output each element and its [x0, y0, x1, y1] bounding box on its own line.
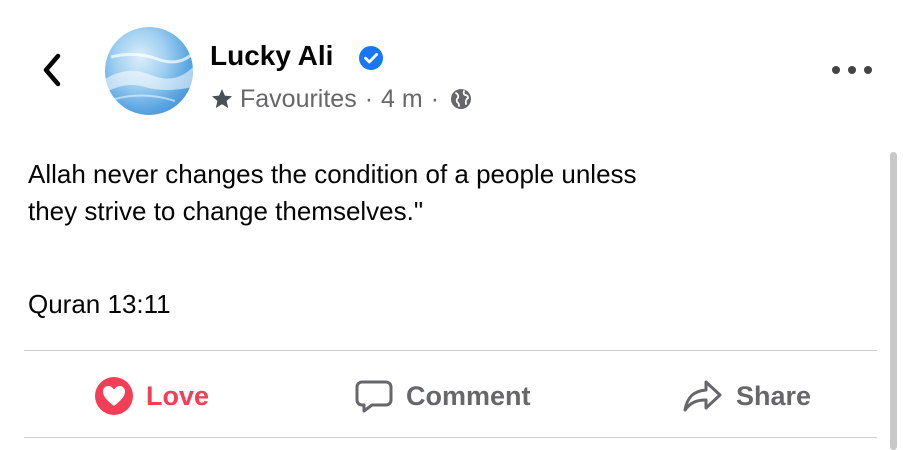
- author-name[interactable]: Lucky Ali: [210, 38, 333, 74]
- verified-badge-icon: [359, 46, 383, 70]
- back-button[interactable]: [36, 50, 68, 90]
- post-meta: Favourites · 4 m ·: [210, 83, 473, 115]
- more-horizontal-icon: [848, 66, 856, 74]
- avatar-image: [105, 51, 193, 102]
- comment-icon: [354, 376, 394, 416]
- share-icon: [682, 376, 724, 416]
- post-reference: Quran 13:11: [28, 289, 171, 319]
- post-text-line: they strive to change themselves.": [28, 196, 424, 226]
- comment-label: Comment: [406, 380, 531, 411]
- share-button[interactable]: Share: [682, 372, 811, 420]
- meta-separator: ·: [430, 84, 440, 113]
- divider: [24, 350, 877, 351]
- post-text: Allah never changes the condition of a p…: [28, 156, 848, 230]
- more-horizontal-icon: [864, 66, 872, 74]
- star-icon: [210, 87, 234, 111]
- post-text-line: Allah never changes the condition of a p…: [28, 159, 637, 189]
- scrollbar[interactable]: [890, 152, 897, 450]
- avatar[interactable]: [105, 27, 193, 115]
- audience-label[interactable]: Favourites: [240, 85, 357, 114]
- more-options-button[interactable]: [832, 58, 872, 82]
- comment-button[interactable]: Comment: [354, 372, 531, 420]
- chevron-left-icon: [43, 53, 61, 87]
- love-reaction-icon: [94, 376, 134, 416]
- divider: [24, 437, 877, 438]
- share-label: Share: [736, 380, 812, 411]
- more-horizontal-icon: [832, 66, 840, 74]
- globe-icon: [449, 87, 473, 111]
- love-button[interactable]: Love: [94, 372, 209, 420]
- timestamp[interactable]: 4 m: [381, 85, 423, 114]
- meta-separator: ·: [364, 84, 374, 113]
- love-label: Love: [146, 380, 210, 411]
